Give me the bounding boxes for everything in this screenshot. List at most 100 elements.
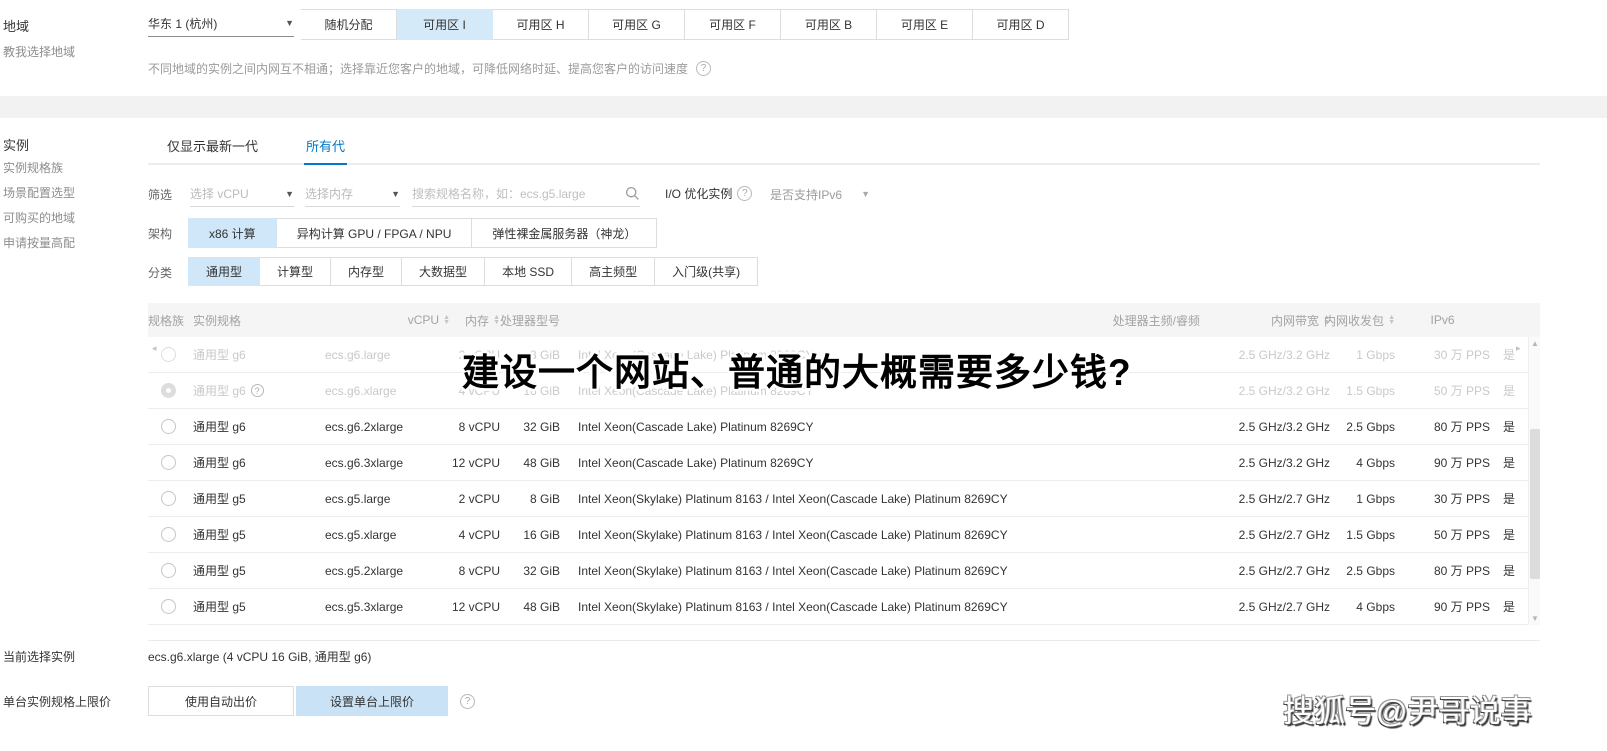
arch-option[interactable]: 弹性裸金属服务器（神龙） (471, 218, 658, 248)
help-icon[interactable]: ? (460, 694, 475, 709)
column-header: 内存 ▲ ▼ (465, 313, 500, 328)
scroll-left-icon[interactable]: ◂ (152, 343, 157, 354)
zone-button[interactable]: 可用区 I (397, 9, 493, 40)
region-select[interactable]: 华东 1 (杭州) ▼ (148, 10, 294, 37)
current-instance-label: 当前选择实例 (3, 650, 76, 664)
table-row[interactable]: 通用型 g5 ? ecs.g5.large 2 vCPU 8 GiB Intel… (148, 481, 1540, 517)
cell-pps: 30 万 PPS (1433, 348, 1490, 362)
cell-frequency: 2.5 GHz/3.2 GHz (1238, 383, 1330, 398)
spec-search-box[interactable] (412, 181, 640, 207)
cell-spec: ecs.g5.2xlarge (325, 563, 404, 578)
cell-vcpu: 12 vCPU (451, 455, 500, 470)
table-row[interactable]: 通用型 g5 ? ecs.g5.2xlarge 8 vCPU 32 GiB In… (148, 553, 1540, 589)
category-option[interactable]: 入门级(共享) (654, 257, 759, 286)
memory-select-placeholder: 选择内存 (305, 187, 354, 201)
section-divider (0, 96, 1607, 118)
cell-ipv6: 是 (1502, 492, 1515, 506)
cell-spec: ecs.g5.large (325, 491, 391, 506)
io-optimized-text: I/O 优化实例 (665, 187, 733, 201)
zone-button[interactable]: 可用区 E (877, 9, 973, 40)
row-radio[interactable] (161, 527, 176, 542)
row-radio[interactable] (161, 491, 176, 506)
cell-ipv6: 是 (1502, 564, 1515, 578)
row-radio[interactable] (161, 599, 176, 614)
category-option[interactable]: 计算型 (259, 257, 332, 286)
spec-search-input[interactable] (412, 186, 625, 201)
search-icon[interactable] (625, 186, 640, 201)
zone-button[interactable]: 随机分配 (301, 9, 397, 40)
cell-pps: 50 万 PPS (1433, 528, 1490, 542)
row-radio[interactable] (161, 455, 176, 470)
help-icon[interactable]: ? (696, 61, 712, 76)
row-radio[interactable] (161, 383, 176, 398)
category-option[interactable]: 通用型 (188, 257, 261, 286)
cell-frequency: 2.5 GHz/2.7 GHz (1238, 599, 1330, 614)
cell-pps: 30 万 PPS (1433, 492, 1490, 506)
arch-options: x86 计算 异构计算 GPU / FPGA / NPU 弹性裸金属服务器（神龙） (188, 218, 658, 248)
row-radio[interactable] (161, 347, 176, 362)
sidebar-link[interactable]: 可购买的地域 (3, 209, 75, 226)
cell-bandwidth: 4 Gbps (1356, 599, 1395, 614)
cell-memory: 48 GiB (523, 455, 560, 470)
category-option[interactable]: 高主频型 (571, 257, 656, 286)
ipv6-select[interactable]: 是否支持IPv6 ▼ (770, 181, 870, 207)
zone-button[interactable]: 可用区 G (589, 9, 685, 40)
sort-icon[interactable]: ▲ ▼ (443, 314, 450, 326)
category-option[interactable]: 大数据型 (401, 257, 486, 286)
zone-button[interactable]: 可用区 D (973, 9, 1069, 40)
help-icon[interactable]: ? (250, 384, 264, 397)
cell-ipv6: 是 (1502, 456, 1515, 470)
arch-label: 架构 (148, 227, 173, 241)
cell-ipv6: 是 (1502, 528, 1515, 542)
cell-bandwidth: 4 Gbps (1356, 455, 1395, 470)
tab[interactable]: 所有代 (304, 130, 348, 165)
row-radio[interactable] (161, 419, 176, 434)
zone-button[interactable]: 可用区 F (685, 9, 781, 40)
row-radio[interactable] (161, 563, 176, 578)
help-icon[interactable]: ? (737, 186, 753, 201)
cell-family: 通用型 g6 ? (193, 456, 246, 470)
memory-select[interactable]: 选择内存 ▼ (305, 181, 400, 207)
category-label: 分类 (148, 266, 173, 280)
cell-pps: 50 万 PPS (1433, 384, 1490, 398)
vcpu-select[interactable]: 选择 vCPU ▼ (190, 181, 294, 207)
cell-frequency: 2.5 GHz/3.2 GHz (1238, 347, 1330, 362)
cell-spec: ecs.g6.xlarge (325, 383, 397, 398)
zone-button[interactable]: 可用区 H (493, 9, 589, 40)
tab[interactable]: 仅显示最新一代 (165, 130, 260, 165)
column-header: 处理器主频/睿频 ▲▼ (1112, 313, 1200, 328)
cell-family: 通用型 g6 ? (193, 348, 246, 362)
zone-button[interactable]: 可用区 B (781, 9, 877, 40)
region-select-value: 华东 1 (杭州) (148, 16, 218, 31)
table-row[interactable]: 通用型 g5 ? ecs.g5.xlarge 4 vCPU 16 GiB Int… (148, 517, 1540, 553)
overlay-caption: 建设一个网站、普通的大概需要多少钱? (462, 352, 1132, 393)
category-option[interactable]: 内存型 (330, 257, 403, 286)
vertical-scrollbar[interactable]: ▲ ▼ (1528, 337, 1540, 625)
cell-spec: ecs.g5.xlarge (325, 527, 397, 542)
scrollbar-thumb[interactable] (1530, 429, 1540, 579)
arch-option[interactable]: x86 计算 (188, 218, 277, 248)
cell-family: 通用型 g6 ? (193, 382, 325, 399)
sort-icon[interactable]: ▲ ▼ (1388, 314, 1395, 326)
table-row[interactable]: 通用型 g5 ? ecs.g5.3xlarge 12 vCPU 48 GiB I… (148, 589, 1540, 625)
table-row[interactable]: 通用型 g6 ? ecs.g6.3xlarge 12 vCPU 48 GiB I… (148, 445, 1540, 481)
table-row[interactable]: 通用型 g6 ? ecs.g6.2xlarge 8 vCPU 32 GiB In… (148, 409, 1540, 445)
sidebar-link[interactable]: 申请按量高配 (3, 234, 75, 251)
sort-icon[interactable]: ▲ ▼ (493, 314, 500, 326)
auto-bid-button[interactable]: 使用自动出价 (148, 686, 294, 716)
cell-memory: 32 GiB (523, 419, 560, 434)
arch-option[interactable]: 异构计算 GPU / FPGA / NPU (275, 218, 473, 248)
cell-family: 通用型 g5 ? (193, 564, 246, 578)
scroll-up-icon[interactable]: ▲ (1529, 339, 1541, 348)
sidebar-link[interactable]: 实例规格族 (3, 159, 75, 176)
current-instance-value: ecs.g6.xlarge (4 vCPU 16 GiB, 通用型 g6) (148, 650, 372, 664)
cell-frequency: 2.5 GHz/2.7 GHz (1238, 563, 1330, 578)
region-help-link[interactable]: 教我选择地域 (3, 43, 75, 60)
column-header: vCPU ▲ ▼ (407, 313, 450, 327)
set-cap-button[interactable]: 设置单台上限价 (296, 686, 448, 716)
scroll-down-icon[interactable]: ▼ (1529, 614, 1541, 623)
cell-pps: 90 万 PPS (1433, 600, 1490, 614)
scroll-right-icon[interactable]: ▸ (1516, 343, 1521, 354)
category-option[interactable]: 本地 SSD (484, 257, 573, 286)
sidebar-link[interactable]: 场景配置选型 (3, 184, 75, 201)
